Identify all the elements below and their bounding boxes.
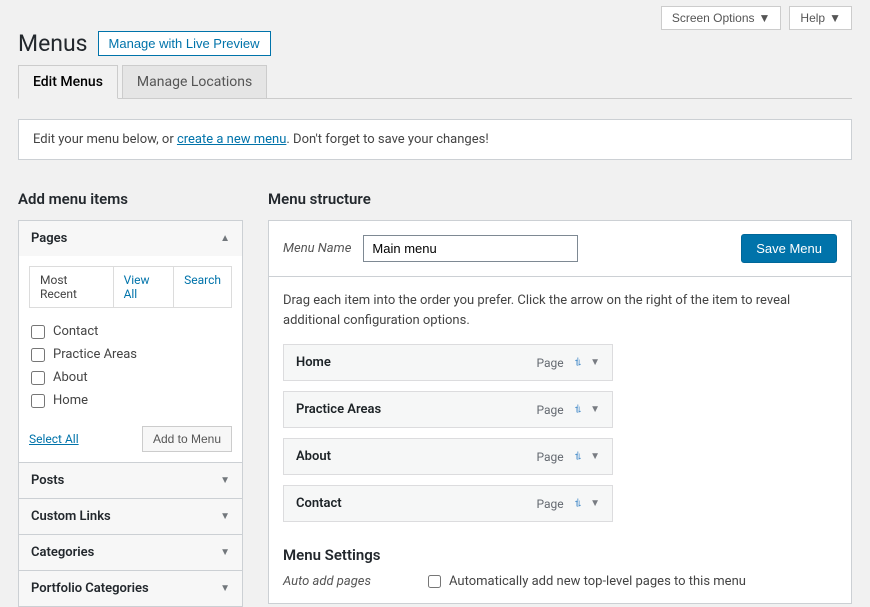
menu-item[interactable]: About Page ↑|↓ ▼ [283, 438, 613, 475]
sort-icon[interactable]: ↑|↓ [574, 357, 580, 368]
page-item[interactable]: Practice Areas [29, 343, 232, 366]
page-checkbox[interactable] [31, 348, 45, 362]
menu-item[interactable]: Home Page ↑|↓ ▼ [283, 344, 613, 381]
chevron-down-icon[interactable]: ▼ [590, 404, 600, 415]
subtab-view-all[interactable]: View All [114, 267, 175, 307]
chevron-down-icon[interactable]: ▼ [590, 498, 600, 509]
notice: Edit your menu below, or create a new me… [18, 119, 852, 160]
page-list: Contact Practice Areas About Home [29, 320, 232, 412]
sort-icon[interactable]: ↑|↓ [574, 404, 580, 415]
help-button[interactable]: Help ▼ [789, 6, 852, 30]
live-preview-button[interactable]: Manage with Live Preview [98, 31, 271, 56]
accordion-custom-links[interactable]: Custom Links ▼ [19, 498, 242, 534]
page-title: Menus [18, 30, 88, 57]
chevron-down-icon: ▼ [220, 547, 230, 558]
auto-add-pages-control[interactable]: Automatically add new top-level pages to… [428, 574, 746, 589]
accordion-posts[interactable]: Posts ▼ [19, 462, 242, 498]
add-menu-items-title: Add menu items [18, 190, 243, 208]
auto-add-pages-label: Auto add pages [283, 574, 383, 589]
page-item[interactable]: Contact [29, 320, 232, 343]
chevron-down-icon: ▼ [220, 583, 230, 594]
tab-manage-locations[interactable]: Manage Locations [122, 65, 267, 99]
accordion-pages[interactable]: Pages ▲ [19, 221, 242, 256]
sort-icon[interactable]: ↑|↓ [574, 498, 580, 509]
menu-settings-title: Menu Settings [283, 546, 837, 564]
chevron-down-icon: ▼ [220, 511, 230, 522]
chevron-down-icon[interactable]: ▼ [590, 451, 600, 462]
accordion-categories[interactable]: Categories ▼ [19, 534, 242, 570]
page-checkbox[interactable] [31, 325, 45, 339]
tab-edit-menus[interactable]: Edit Menus [18, 65, 118, 99]
menu-structure-title: Menu structure [268, 190, 852, 208]
chevron-down-icon: ▼ [759, 11, 771, 25]
menu-item[interactable]: Practice Areas Page ↑|↓ ▼ [283, 391, 613, 428]
subtab-most-recent[interactable]: Most Recent [30, 267, 114, 307]
chevron-down-icon: ▼ [220, 475, 230, 486]
auto-add-pages-checkbox[interactable] [428, 575, 441, 588]
page-item[interactable]: About [29, 366, 232, 389]
menu-item[interactable]: Contact Page ↑|↓ ▼ [283, 485, 613, 522]
select-all-link[interactable]: Select All [29, 432, 79, 446]
chevron-down-icon[interactable]: ▼ [590, 357, 600, 368]
add-to-menu-button[interactable]: Add to Menu [142, 426, 232, 452]
menu-name-input[interactable] [363, 235, 578, 262]
screen-options-button[interactable]: Screen Options ▼ [661, 6, 782, 30]
menu-name-label: Menu Name [283, 241, 351, 256]
chevron-up-icon: ▲ [220, 233, 230, 244]
chevron-down-icon: ▼ [829, 11, 841, 25]
save-menu-button[interactable]: Save Menu [741, 234, 837, 263]
page-checkbox[interactable] [31, 371, 45, 385]
sort-icon[interactable]: ↑|↓ [574, 451, 580, 462]
page-item[interactable]: Home [29, 389, 232, 412]
drag-instructions: Drag each item into the order you prefer… [283, 291, 837, 330]
page-checkbox[interactable] [31, 394, 45, 408]
subtab-search[interactable]: Search [174, 267, 231, 307]
create-new-menu-link[interactable]: create a new menu [177, 132, 286, 147]
accordion-portfolio-categories[interactable]: Portfolio Categories ▼ [19, 570, 242, 606]
